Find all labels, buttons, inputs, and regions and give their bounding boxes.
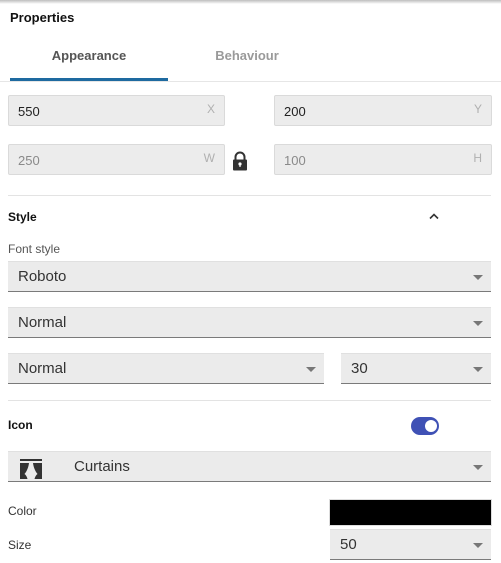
icon-size-value: 50 bbox=[340, 536, 357, 553]
active-tab-indicator bbox=[10, 78, 168, 81]
tab-behaviour[interactable]: Behaviour bbox=[168, 40, 326, 81]
color-swatch[interactable] bbox=[329, 499, 492, 526]
chevron-up-icon[interactable] bbox=[428, 212, 440, 220]
icon-select-value: Curtains bbox=[74, 458, 130, 475]
font-variant-value: Normal bbox=[18, 360, 67, 377]
divider bbox=[8, 195, 491, 196]
panel-title: Properties bbox=[10, 10, 75, 25]
height-field[interactable]: 100 H bbox=[274, 144, 492, 175]
y-value: 200 bbox=[284, 104, 306, 119]
color-label: Color bbox=[8, 504, 37, 518]
top-shadow bbox=[0, 0, 501, 4]
font-size-select[interactable]: 30 bbox=[341, 353, 491, 384]
dropdown-arrow-icon bbox=[473, 543, 483, 548]
y-suffix: Y bbox=[473, 102, 482, 116]
width-value: 250 bbox=[18, 153, 40, 168]
toggle-knob bbox=[425, 420, 437, 432]
dropdown-arrow-icon bbox=[473, 367, 483, 372]
curtains-icon bbox=[20, 459, 42, 479]
font-size-value: 30 bbox=[351, 360, 368, 377]
x-value: 550 bbox=[18, 104, 40, 119]
icon-size-select[interactable]: 50 bbox=[330, 529, 491, 560]
font-style-label: Font style bbox=[8, 242, 61, 256]
width-field[interactable]: 250 W bbox=[8, 144, 225, 175]
dropdown-arrow-icon bbox=[473, 465, 483, 470]
icon-toggle[interactable] bbox=[411, 417, 439, 435]
width-suffix: W bbox=[203, 151, 215, 165]
x-suffix: X bbox=[206, 102, 215, 116]
x-field[interactable]: 550 X bbox=[8, 95, 225, 126]
dropdown-arrow-icon bbox=[306, 367, 316, 372]
y-field[interactable]: 200 Y bbox=[274, 95, 492, 126]
height-suffix: H bbox=[473, 151, 482, 165]
divider bbox=[8, 400, 491, 401]
icon-section-title: Icon bbox=[8, 418, 33, 432]
style-section-title: Style bbox=[8, 210, 37, 224]
tab-appearance[interactable]: Appearance bbox=[10, 40, 168, 81]
font-weight-value: Normal bbox=[18, 314, 67, 331]
font-family-value: Roboto bbox=[18, 268, 67, 285]
font-weight-select[interactable]: Normal bbox=[8, 307, 491, 338]
tab-bar: Appearance Behaviour bbox=[0, 40, 501, 82]
font-family-select[interactable]: Roboto bbox=[8, 261, 491, 292]
size-label: Size bbox=[8, 538, 32, 552]
height-value: 100 bbox=[284, 153, 306, 168]
lock-icon[interactable] bbox=[231, 151, 249, 171]
dropdown-arrow-icon bbox=[473, 321, 483, 326]
icon-select[interactable]: Curtains bbox=[8, 451, 491, 482]
dropdown-arrow-icon bbox=[473, 275, 483, 280]
font-variant-select[interactable]: Normal bbox=[8, 353, 324, 384]
